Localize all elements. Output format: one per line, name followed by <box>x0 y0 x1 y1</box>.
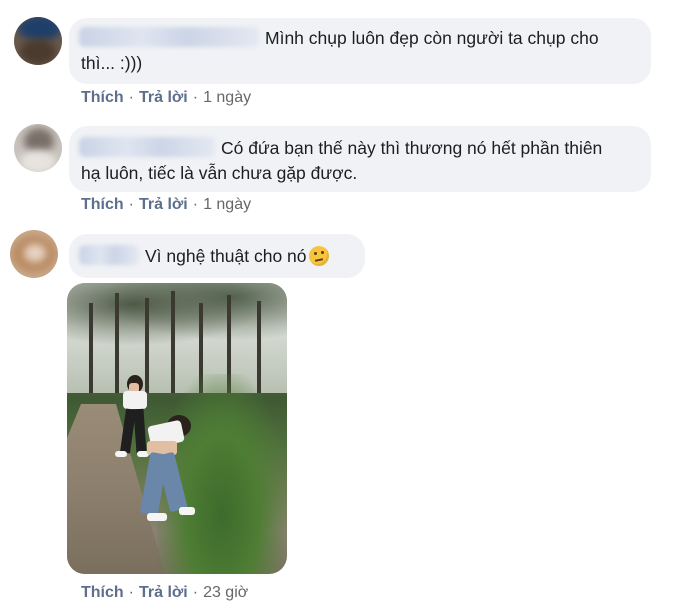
author-name-blurred[interactable] <box>79 27 259 47</box>
author-name-blurred[interactable] <box>79 245 139 265</box>
timestamp[interactable]: 1 ngày <box>203 89 251 106</box>
comment-bubble: Vì nghệ thuật cho nó <box>69 234 365 278</box>
avatar[interactable] <box>14 17 62 65</box>
like-link[interactable]: Thích <box>81 584 124 601</box>
timestamp[interactable]: 23 giờ <box>203 584 248 601</box>
tree-trunk <box>115 293 119 393</box>
comment-photo[interactable] <box>67 283 287 574</box>
thinking-face-icon <box>308 246 329 266</box>
separator: · <box>128 196 134 213</box>
comment-actions: Thích · Trả lời · 1 ngày <box>81 89 251 107</box>
photo-canopy <box>67 283 287 353</box>
reply-link[interactable]: Trả lời <box>139 89 188 106</box>
like-link[interactable]: Thích <box>81 89 124 106</box>
comment-text: Có đứa bạn thế này thì thương nó hết phầ… <box>221 138 603 158</box>
comment-text: hạ luôn, tiếc là vẫn chưa gặp được. <box>81 163 358 183</box>
comment-bubble: Có đứa bạn thế này thì thương nó hết phầ… <box>69 126 651 192</box>
separator: · <box>192 89 199 106</box>
comment-text: Vì nghệ thuật cho nó <box>145 246 307 266</box>
like-link[interactable]: Thích <box>81 196 124 213</box>
comment-text: thì... :))) <box>81 53 143 73</box>
tree-trunk <box>145 298 149 393</box>
avatar[interactable] <box>14 124 62 172</box>
comment-actions: Thích · Trả lời · 23 giờ <box>81 584 248 602</box>
avatar[interactable] <box>10 230 58 278</box>
reply-link[interactable]: Trả lời <box>139 584 188 601</box>
separator: · <box>192 196 199 213</box>
comment-text: Mình chụp luôn đẹp còn người ta chụp cho <box>265 28 599 48</box>
comment-actions: Thích · Trả lời · 1 ngày <box>81 196 251 214</box>
comment-bubble: Mình chụp luôn đẹp còn người ta chụp cho… <box>69 18 651 84</box>
timestamp[interactable]: 1 ngày <box>203 196 251 213</box>
author-name-blurred[interactable] <box>79 137 215 157</box>
separator: · <box>128 584 134 601</box>
separator: · <box>128 89 134 106</box>
tree-trunk <box>89 303 93 393</box>
reply-link[interactable]: Trả lời <box>139 196 188 213</box>
separator: · <box>192 584 199 601</box>
